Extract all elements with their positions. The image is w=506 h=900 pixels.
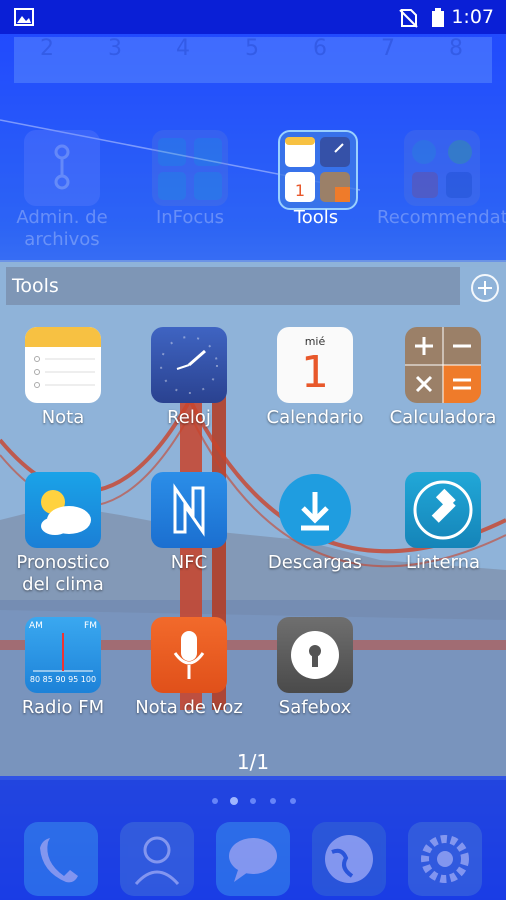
image-notification-icon [14, 8, 34, 26]
app-label: Calendario [266, 407, 364, 428]
folder-label: InFocus [155, 207, 225, 228]
tools-folder-icon[interactable]: 1 [278, 130, 358, 210]
svg-text:1: 1 [295, 181, 305, 200]
app-nota[interactable]: Nota [0, 327, 126, 429]
app-linterna[interactable]: Linterna [380, 472, 506, 574]
browser-icon[interactable] [312, 822, 386, 896]
flashlight-icon [405, 472, 481, 548]
app-label: Nota [41, 407, 85, 428]
page-number[interactable]: 2 [40, 36, 54, 61]
settings-icon[interactable] [408, 822, 482, 896]
app-pronostico[interactable]: Pronostico del clima [0, 472, 126, 596]
notes-icon [25, 327, 101, 403]
phone-icon[interactable] [24, 822, 98, 896]
calendar-day-number: 1 [301, 347, 329, 398]
calendar-icon: mié 1 [277, 327, 353, 403]
clock-icon [151, 327, 227, 403]
battery-icon [432, 8, 444, 27]
app-label: Radio FM [21, 697, 105, 718]
home-page-dot [270, 798, 276, 804]
folder-page-indicator: 1/1 [236, 750, 270, 774]
app-label: Reloj [167, 407, 211, 428]
app-nfc[interactable]: NFC [126, 472, 252, 574]
app-label: Pronostico del clima [16, 552, 110, 595]
app-descargas[interactable]: Descargas [252, 472, 378, 574]
folder-label: Admin. de archivos [16, 207, 108, 250]
app-label: Nota de voz [135, 697, 243, 718]
app-label: Linterna [405, 552, 481, 573]
app-calendario[interactable]: mié 1 Calendario [252, 327, 378, 429]
app-nota-de-voz[interactable]: Nota de voz [126, 617, 252, 719]
status-bar: 1:07 [0, 0, 506, 34]
clock-time: 1:07 [451, 6, 494, 28]
messages-icon[interactable] [216, 822, 290, 896]
folder-title: Tools [12, 275, 59, 297]
page-number[interactable]: 7 [381, 36, 395, 61]
page-number[interactable]: 3 [108, 36, 122, 61]
infocus-folder-icon[interactable] [152, 130, 228, 206]
nfc-icon [151, 472, 227, 548]
app-label: Safebox [278, 697, 352, 718]
app-reloj[interactable]: Reloj [126, 327, 252, 429]
add-app-icon[interactable] [471, 274, 499, 302]
page-number[interactable]: 8 [449, 36, 463, 61]
app-label: Descargas [267, 552, 363, 573]
no-sim-icon [399, 9, 418, 28]
download-icon [277, 472, 353, 548]
lock-icon [277, 617, 353, 693]
home-page-dot [250, 798, 256, 804]
home-page-dot [290, 798, 296, 804]
file-manager-folder-icon[interactable] [24, 130, 100, 206]
home-page-dot [212, 798, 218, 804]
app-safebox[interactable]: Safebox [252, 617, 378, 719]
app-calculadora[interactable]: Calculadora [380, 327, 506, 429]
app-label: Calculadora [389, 407, 497, 428]
radio-scale: 80 85 90 95 100 [29, 675, 97, 684]
app-radio-fm[interactable]: AM FM 80 85 90 95 100 Radio FM [0, 617, 126, 719]
page-number[interactable]: 5 [245, 36, 259, 61]
microphone-icon [151, 617, 227, 693]
folder-label: Recommendations [377, 207, 506, 228]
folder-label: Tools [293, 207, 339, 228]
weather-icon [25, 472, 101, 548]
calculator-icon [405, 327, 481, 403]
app-label: NFC [170, 552, 208, 573]
folder-title-bar[interactable]: Tools [6, 267, 460, 305]
home-page-dot-active [230, 797, 238, 805]
recommendations-folder-icon[interactable] [404, 130, 480, 206]
page-number[interactable]: 4 [176, 36, 190, 61]
page-number[interactable]: 6 [313, 36, 327, 61]
contacts-icon[interactable] [120, 822, 194, 896]
radio-icon: AM FM 80 85 90 95 100 [25, 617, 101, 693]
